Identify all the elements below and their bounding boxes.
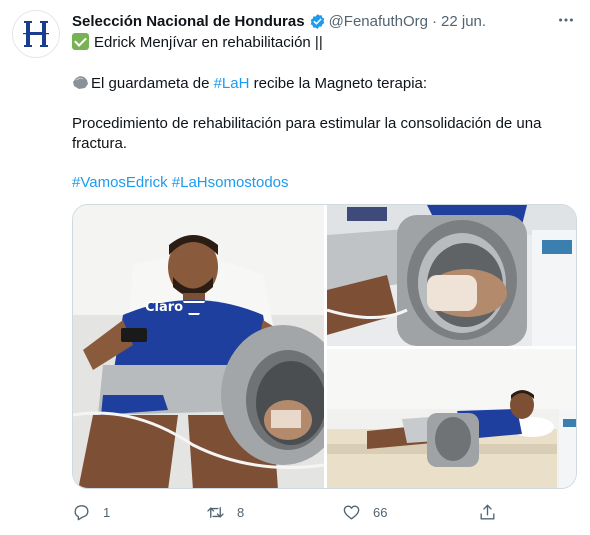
photo-patient-lying-on-bed[interactable] — [327, 349, 576, 488]
svg-text:Claro: Claro — [145, 300, 183, 315]
hashtag-lah[interactable]: #LaH — [214, 75, 250, 92]
like-count: 66 — [373, 504, 388, 520]
share-icon — [480, 504, 495, 520]
photo-patient-with-magnet-device[interactable]: Claro — [73, 205, 324, 488]
tweet-line3: Procedimiento de rehabilitación para est… — [72, 115, 542, 132]
separator-dot: · — [432, 12, 438, 30]
author-handle[interactable]: @FenafuthOrg — [329, 13, 428, 30]
action-bar: 1 8 66 — [72, 500, 580, 524]
share-button[interactable] — [478, 500, 497, 524]
check-mark-icon — [72, 33, 89, 50]
like-button[interactable]: 66 — [342, 500, 387, 524]
retweet-button[interactable]: 8 — [206, 500, 244, 524]
tweet-line2-before: El guardameta de — [91, 75, 214, 92]
retweet-count: 8 — [237, 504, 245, 520]
hashtag-vamosedrick[interactable]: #VamosEdrick — [72, 174, 168, 191]
photo-1-image: Claro — [73, 205, 324, 488]
honduras-h-crest-icon — [23, 21, 49, 47]
verified-badge-icon — [310, 13, 324, 29]
reply-button[interactable]: 1 — [72, 500, 110, 524]
retweet-icon — [207, 506, 224, 518]
tweet-header: Selección Nacional de Honduras @Fenafuth… — [72, 11, 580, 31]
photo-hand-in-magnet-ring[interactable] — [327, 205, 576, 346]
reply-count: 1 — [103, 504, 111, 520]
author-name[interactable]: Selección Nacional de Honduras — [72, 13, 305, 30]
more-options-button[interactable] — [556, 10, 576, 30]
more-dots-icon — [559, 18, 573, 22]
tweet[interactable]: Selección Nacional de Honduras @Fenafuth… — [0, 0, 590, 535]
tweet-line1: Edrick Menjívar en rehabilitación || — [94, 34, 323, 51]
photo-3-image — [327, 349, 576, 488]
tweet-date[interactable]: 22 jun. — [441, 13, 486, 30]
tweet-text-line-1: Edrick Menjívar en rehabilitación || — [72, 33, 323, 53]
reply-icon — [74, 504, 89, 520]
tweet-line4: fractura. — [72, 135, 128, 152]
heart-icon — [343, 504, 360, 520]
tweet-line2-after: recibe la Magneto terapia: — [249, 75, 428, 92]
tweet-text-line-2: El guardameta de #LaH recibe la Magneto … — [72, 74, 427, 94]
hashtag-lahsomostodos[interactable]: #LaHsomostodos — [172, 174, 289, 191]
avatar[interactable] — [12, 10, 60, 58]
tweet-hashtags: #VamosEdrick #LaHsomostodos — [72, 173, 289, 193]
photo-2-image — [327, 205, 576, 346]
media-grid: Claro — [72, 204, 577, 489]
rock-icon — [73, 76, 88, 89]
